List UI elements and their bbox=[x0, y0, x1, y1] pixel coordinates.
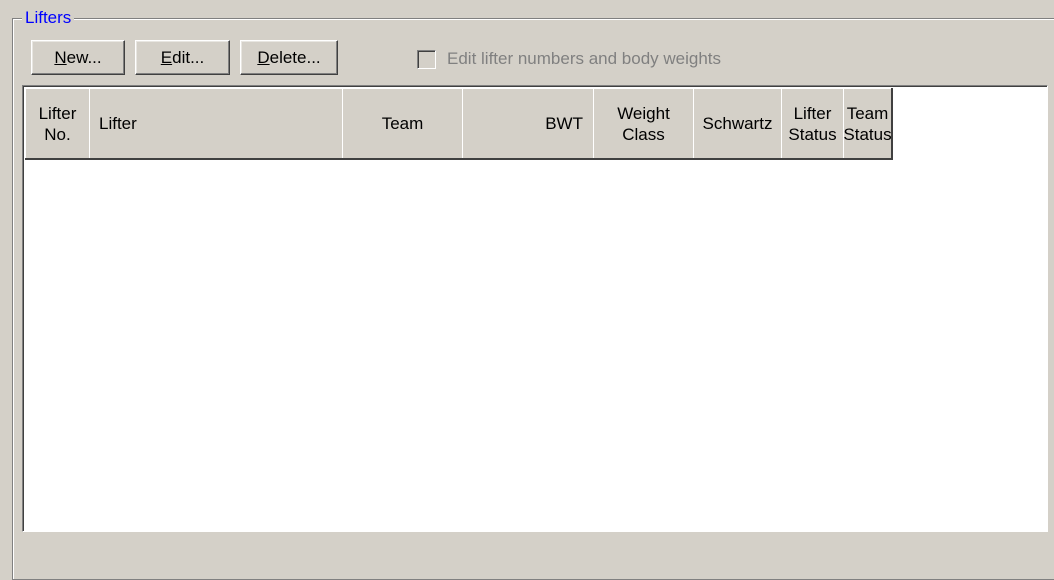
edit-numbers-weights-checkbox[interactable] bbox=[417, 49, 436, 69]
column-header-bwt[interactable]: BWT bbox=[462, 88, 593, 158]
column-header-text: Lifter bbox=[38, 103, 77, 123]
column-header-team[interactable]: Team bbox=[342, 88, 462, 158]
column-header-text: No. bbox=[44, 124, 71, 144]
column-header-text: Schwartz bbox=[702, 114, 773, 133]
column-header-text: Class bbox=[622, 124, 665, 144]
column-header-lifter-status[interactable]: Lifter Status bbox=[781, 88, 843, 158]
edit-button-label: dit... bbox=[172, 48, 205, 67]
delete-button-accelerator: D bbox=[257, 48, 270, 67]
delete-button-label: elete... bbox=[269, 48, 321, 67]
lifters-list-body[interactable] bbox=[25, 160, 1047, 531]
column-header-weight-class[interactable]: Weight Class bbox=[593, 88, 693, 158]
column-header-lifter-no[interactable]: Lifter No. bbox=[25, 88, 89, 158]
edit-numbers-weights-label: Edit lifter numbers and body weights bbox=[447, 49, 722, 68]
column-header-text: BWT bbox=[545, 114, 583, 133]
lifters-list-header: Lifter No. Lifter Team BWT Weight Class Sc… bbox=[25, 88, 893, 160]
column-header-text: Lifter bbox=[99, 114, 137, 133]
new-lifter-button[interactable]: New... bbox=[31, 40, 125, 75]
column-header-schwartz[interactable]: Schwartz bbox=[693, 88, 781, 158]
new-button-label: ew... bbox=[66, 48, 102, 67]
edit-button-accelerator: E bbox=[160, 48, 173, 67]
delete-lifter-button[interactable]: Delete... bbox=[240, 40, 338, 75]
column-header-text: Status bbox=[788, 124, 837, 144]
column-header-text: Status bbox=[843, 124, 892, 144]
new-button-accelerator: N bbox=[54, 48, 67, 67]
column-header-team-status[interactable]: Team Status bbox=[843, 88, 892, 158]
lifters-group-title: Lifters bbox=[22, 8, 75, 28]
column-header-text: Weight bbox=[617, 103, 670, 123]
column-header-text: Team bbox=[381, 114, 424, 133]
column-header-text: Lifter bbox=[793, 103, 832, 123]
edit-lifter-button[interactable]: Edit... bbox=[135, 40, 230, 75]
edit-numbers-weights-option[interactable]: Edit lifter numbers and body weights bbox=[417, 48, 721, 70]
column-header-lifter[interactable]: Lifter bbox=[89, 88, 342, 158]
lifters-list[interactable]: Lifter No. Lifter Team BWT Weight Class Sc… bbox=[22, 85, 1048, 532]
column-header-text: Team bbox=[846, 103, 889, 123]
